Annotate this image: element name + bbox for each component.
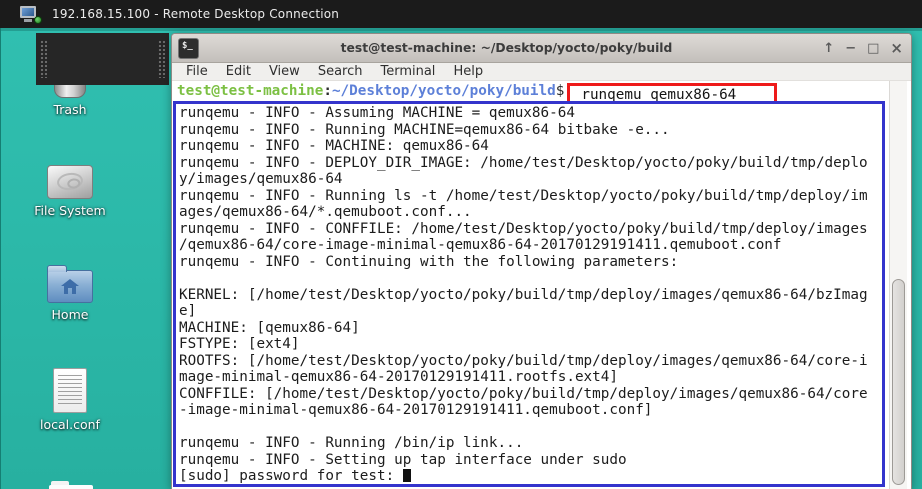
terminal-line — [179, 419, 881, 436]
remote-desktop: Trash File System Home — [0, 28, 922, 489]
panel-grip-icon[interactable] — [158, 40, 165, 78]
terminal-line: /qemux86-64/core-image-minimal-qemux86-6… — [179, 237, 881, 254]
scrollbar-thumb[interactable] — [892, 279, 905, 485]
terminal-line: runqemu - INFO - DEPLOY_DIR_IMAGE: /home… — [179, 155, 881, 172]
window-controls: ↑ − □ × — [823, 34, 903, 63]
rdp-title-bar: 192.168.15.100 - Remote Desktop Connecti… — [0, 0, 922, 28]
terminal-output: runqemu - INFO - Assuming MACHINE = qemu… — [179, 105, 881, 485]
prompt-colon: : — [323, 83, 332, 99]
desktop-icon-file-system[interactable]: File System — [10, 165, 130, 218]
terminal-line: mage-minimal-qemux86-64-20170129191411.r… — [179, 369, 881, 386]
terminal-line: FSTYPE: [ext4] — [179, 336, 881, 353]
menu-item[interactable]: Edit — [217, 64, 260, 79]
menu-item[interactable]: Help — [444, 64, 492, 79]
house-icon — [60, 278, 80, 295]
terminal-line: MACHINE: [qemux86-64] — [179, 320, 881, 337]
terminal-line — [179, 270, 881, 287]
terminal-line: runqemu - INFO - Setting up tap interfac… — [179, 452, 881, 469]
desktop-icon-home[interactable]: Home — [10, 264, 130, 322]
menu-item[interactable]: File — [177, 64, 217, 79]
terminal-line: y/images/qemux86-64 — [179, 171, 881, 188]
prompt-dollar: $ — [556, 83, 565, 99]
terminal-line: runqemu - INFO - Running ls -t /home/tes… — [179, 188, 881, 205]
desktop-icon-partial[interactable] — [49, 481, 93, 489]
terminal-line: runqemu - INFO - CONFFILE: /home/test/De… — [179, 221, 881, 238]
hard-drive-icon — [47, 165, 93, 199]
close-button[interactable]: × — [890, 42, 903, 55]
document-text-lines — [58, 375, 82, 406]
terminal-line: ROOTFS: [/home/test/Desktop/yocto/poky/b… — [179, 353, 881, 370]
monitor-icon — [20, 6, 36, 18]
prompt-path: ~/Desktop/yocto/poky/build — [332, 83, 556, 99]
terminal-line: [sudo] password for test: — [179, 468, 881, 485]
terminal-line: KERNEL: [/home/test/Desktop/yocto/poky/b… — [179, 287, 881, 304]
terminal-line: runqemu - INFO - Running MACHINE=qemux86… — [179, 122, 881, 139]
maximize-button[interactable]: □ — [867, 42, 879, 55]
terminal-line: runqemu - INFO - MACHINE: qemux86-64 — [179, 138, 881, 155]
minimize-button[interactable]: − — [845, 42, 856, 55]
desktop-icon-label: File System — [10, 203, 130, 218]
terminal-line: CONFFILE: [/home/test/Desktop/yocto/poky… — [179, 386, 881, 403]
terminal-line: runqemu - INFO - Running /bin/ip link... — [179, 435, 881, 452]
xfce-panel[interactable] — [36, 33, 169, 85]
terminal-menu-bar: FileEditViewSearchTerminalHelp — [172, 63, 911, 81]
desktop-icon-label: Trash — [10, 102, 130, 117]
rdp-screen: 192.168.15.100 - Remote Desktop Connecti… — [0, 0, 922, 489]
document-icon — [53, 368, 87, 413]
rdp-connection-icon — [20, 6, 40, 23]
connection-status-badge — [34, 16, 42, 24]
shade-button[interactable]: ↑ — [823, 42, 834, 55]
menu-item[interactable]: Search — [309, 64, 372, 79]
menu-item[interactable]: View — [260, 64, 309, 79]
terminal-window: $_ test@test-machine: ~/Desktop/yocto/po… — [171, 33, 912, 489]
home-folder-icon — [47, 270, 93, 303]
menu-item[interactable]: Terminal — [371, 64, 444, 79]
terminal-line: runqemu - INFO - Continuing with the fol… — [179, 254, 881, 271]
desktop-icon-label: Home — [10, 307, 130, 322]
drive-platter-icon — [56, 171, 84, 191]
terminal-line: runqemu - INFO - Assuming MACHINE = qemu… — [179, 105, 881, 122]
terminal-body[interactable]: test@test-machine:~/Desktop/yocto/poky/b… — [172, 81, 911, 489]
prompt-user-host: test@test-machine — [177, 83, 323, 99]
terminal-title-bar[interactable]: $_ test@test-machine: ~/Desktop/yocto/po… — [172, 34, 911, 63]
terminal-line: e] — [179, 303, 881, 320]
desktop-icon-local-conf[interactable]: local.conf — [10, 368, 130, 432]
terminal-window-title: test@test-machine: ~/Desktop/yocto/poky/… — [212, 41, 801, 55]
desktop-icon-label: local.conf — [10, 417, 130, 432]
monitor-base — [24, 19, 32, 22]
terminal-scrollbar[interactable] — [889, 81, 907, 489]
terminal-line: -image-minimal-qemux86-64-20170129191411… — [179, 402, 881, 419]
terminal-line: ages/qemux86-64/*.qemuboot.conf... — [179, 204, 881, 221]
rdp-window-title: 192.168.15.100 - Remote Desktop Connecti… — [52, 7, 339, 21]
terminal-app-icon: $_ — [178, 38, 199, 59]
output-highlight-blue-box: runqemu - INFO - Assuming MACHINE = qemu… — [173, 101, 885, 487]
folder-body-icon — [49, 485, 93, 489]
text-cursor — [403, 469, 411, 482]
panel-grip-icon[interactable] — [40, 40, 47, 78]
